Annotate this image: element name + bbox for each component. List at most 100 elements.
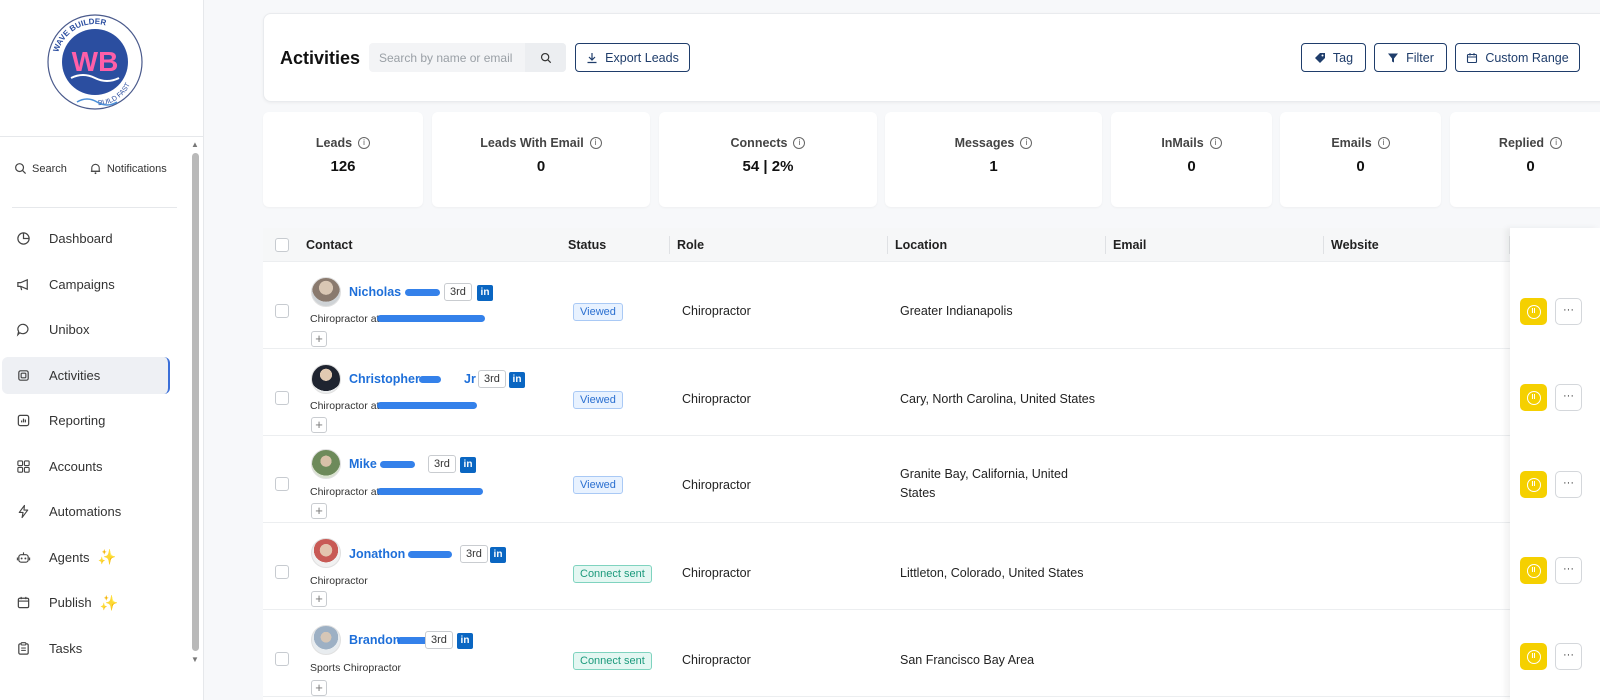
row-checkbox[interactable] [275,391,289,405]
quick-search-link[interactable]: Search [14,162,67,175]
column-divider [1323,236,1324,254]
pause-button[interactable]: II [1520,557,1547,584]
contact-name-link[interactable]: Nicholas [349,285,401,299]
contact-name-link[interactable]: Christopher [349,372,420,386]
info-icon[interactable]: i [793,137,806,149]
export-leads-button[interactable]: Export Leads [575,43,690,72]
pie-chart-icon [17,232,30,245]
row-actions-column: II ··· II ··· II ··· II ··· II ··· [1510,228,1600,700]
pause-button[interactable]: II [1520,643,1547,670]
more-actions-button[interactable]: ··· [1555,471,1582,498]
more-actions-button[interactable]: ··· [1555,557,1582,584]
table-row[interactable]: Mike 3rd in Chiropractor at + Viewed Chi… [263,437,1600,523]
sidebar-item-publish[interactable]: Publish ✨ [2,584,170,621]
scroll-up-icon[interactable]: ▲ [191,140,199,149]
column-header-status[interactable]: Status [568,228,606,262]
sidebar-item-accounts[interactable]: Accounts [2,448,170,485]
avatar[interactable] [311,364,341,394]
filter-button[interactable]: Filter [1374,43,1447,72]
download-icon [587,52,597,63]
tag-button[interactable]: Tag [1301,43,1366,72]
sidebar-item-campaigns[interactable]: Campaigns [2,266,170,303]
sidebar-item-activities[interactable]: Activities [2,356,170,394]
row-checkbox[interactable] [275,652,289,666]
select-all-checkbox[interactable] [275,238,289,252]
pause-button[interactable]: II [1520,298,1547,325]
add-tag-button[interactable]: + [311,503,327,519]
more-actions-button[interactable]: ··· [1555,298,1582,325]
redacted-company [377,488,483,495]
stat-card-emails: Emails i 0 [1280,112,1441,207]
pause-button[interactable]: II [1520,384,1547,411]
leads-table: Contact Status Role Location Email Websi… [263,228,1600,700]
sidebar-item-agents[interactable]: Agents ✨ [2,539,170,576]
add-tag-button[interactable]: + [311,591,327,607]
sidebar-item-unibox[interactable]: Unibox [2,311,170,348]
contact-name-link[interactable]: Brandon [349,633,400,647]
table-row[interactable]: Jonathon 3rd in Chiropractor + Connect s… [263,524,1600,610]
column-header-location[interactable]: Location [895,228,947,262]
contact-name-link[interactable]: Mike [349,457,377,471]
table-row[interactable]: Brandon 3rd in Sports Chiropractor + Con… [263,611,1600,697]
column-header-website[interactable]: Website [1331,228,1379,262]
linkedin-icon[interactable]: in [477,285,493,301]
info-icon[interactable]: i [1377,137,1390,149]
table-row[interactable]: Christopher Jr 3rd in Chiropractor at + … [263,350,1600,436]
wave-builder-logo[interactable]: WAVE BUILDER BUILD FAST WB [43,10,147,114]
location-line: San Francisco Bay Area [900,653,1035,667]
info-icon[interactable]: i [1020,137,1033,149]
row-checkbox[interactable] [275,565,289,579]
calendar-icon [17,596,30,609]
sidebar-item-dashboard[interactable]: Dashboard [2,220,170,257]
quick-notifications-link[interactable]: Notifications [89,162,167,175]
add-tag-button[interactable]: + [311,331,327,347]
sidebar: WAVE BUILDER BUILD FAST WB Search Notifi… [0,0,204,700]
sidebar-item-automations[interactable]: Automations [2,493,170,530]
redacted-name [419,376,441,383]
linkedin-icon[interactable]: in [460,457,476,473]
more-actions-button[interactable]: ··· [1555,384,1582,411]
tag-icon [1314,52,1325,63]
app-root: WAVE BUILDER BUILD FAST WB Search Notifi… [0,0,1600,700]
avatar[interactable] [311,277,341,307]
info-icon[interactable]: i [358,137,371,149]
column-header-role[interactable]: Role [677,228,704,262]
add-tag-button[interactable]: + [311,680,327,696]
avatar[interactable] [311,538,341,568]
contact-subtitle: Chiropractor [310,575,368,587]
avatar[interactable] [311,625,341,655]
table-row[interactable]: Nicholas 3rd in Chiropractor at + Viewed… [263,263,1600,349]
avatar[interactable] [311,449,341,479]
scrollbar-thumb[interactable] [191,153,199,651]
contact-name-suffix[interactable]: Jr [464,372,476,386]
location-cell: Littleton, Colorado, United States [900,564,1083,583]
info-icon[interactable]: i [1550,137,1563,149]
stat-card-messages: Messages i 1 [885,112,1102,207]
column-header-email[interactable]: Email [1113,228,1146,262]
more-actions-button[interactable]: ··· [1555,643,1582,670]
custom-range-button[interactable]: Custom Range [1455,43,1580,72]
search-input[interactable] [369,43,525,72]
sidebar-item-label: Publish [49,595,92,610]
sidebar-item-reporting[interactable]: Reporting [2,402,170,439]
status-badge: Viewed [573,476,623,494]
sidebar-scrollbar[interactable]: ▲ ▼ [191,140,199,700]
location-line: Greater Indianapolis [900,304,1013,318]
scroll-down-icon[interactable]: ▼ [191,655,199,664]
redacted-company [377,402,477,409]
linkedin-icon[interactable]: in [490,547,506,563]
contact-name-link[interactable]: Jonathon [349,547,405,561]
sidebar-item-tasks[interactable]: Tasks [2,630,170,667]
add-tag-button[interactable]: + [311,417,327,433]
column-header-contact[interactable]: Contact [306,228,353,262]
location-line: States [900,486,936,500]
pause-button[interactable]: II [1520,471,1547,498]
info-icon[interactable]: i [589,137,602,149]
linkedin-icon[interactable]: in [457,633,473,649]
linkedin-icon[interactable]: in [509,372,525,388]
search-button[interactable] [525,43,566,72]
row-checkbox[interactable] [275,477,289,491]
row-checkbox[interactable] [275,304,289,318]
location-cell: San Francisco Bay Area [900,651,1034,670]
info-icon[interactable]: i [1209,137,1222,149]
